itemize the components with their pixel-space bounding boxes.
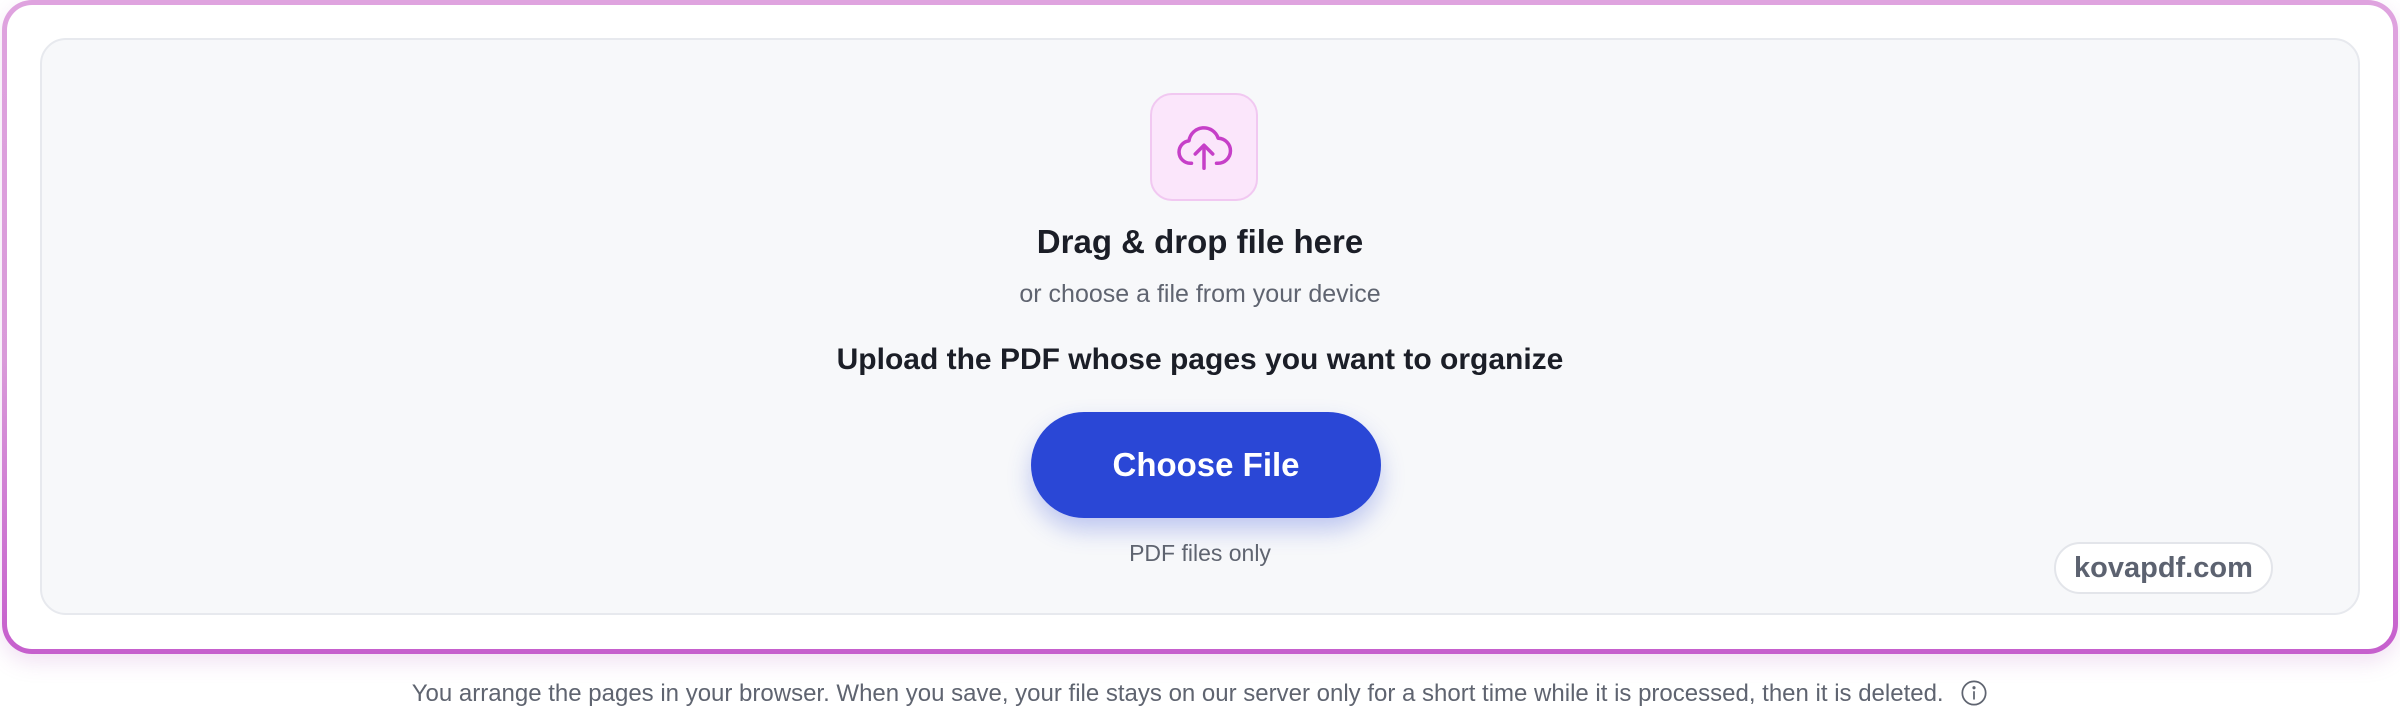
cloud-upload-icon <box>1177 126 1233 170</box>
drop-heading: Drag & drop file here <box>1036 223 1364 260</box>
upload-instruction: Upload the PDF whose pages you want to o… <box>836 343 1564 376</box>
site-watermark: kovapdf.com <box>2054 542 2273 594</box>
upload-frame-inner: Drag & drop file here or choose a file f… <box>7 5 2393 649</box>
file-type-hint: PDF files only <box>1129 540 1271 566</box>
privacy-notice-text: You arrange the pages in your browser. W… <box>411 680 1944 707</box>
info-icon[interactable] <box>1960 679 1988 707</box>
choose-file-button[interactable]: Choose File <box>1031 412 1381 518</box>
drop-subheading: or choose a file from your device <box>1019 280 1381 308</box>
upload-frame: Drag & drop file here or choose a file f… <box>2 0 2398 654</box>
page: Drag & drop file here or choose a file f… <box>0 0 2400 724</box>
upload-icon-badge <box>1150 93 1258 201</box>
drop-zone[interactable]: Drag & drop file here or choose a file f… <box>40 38 2360 615</box>
choose-file-button-label: Choose File <box>1112 446 1300 483</box>
privacy-notice: You arrange the pages in your browser. W… <box>0 680 2400 709</box>
